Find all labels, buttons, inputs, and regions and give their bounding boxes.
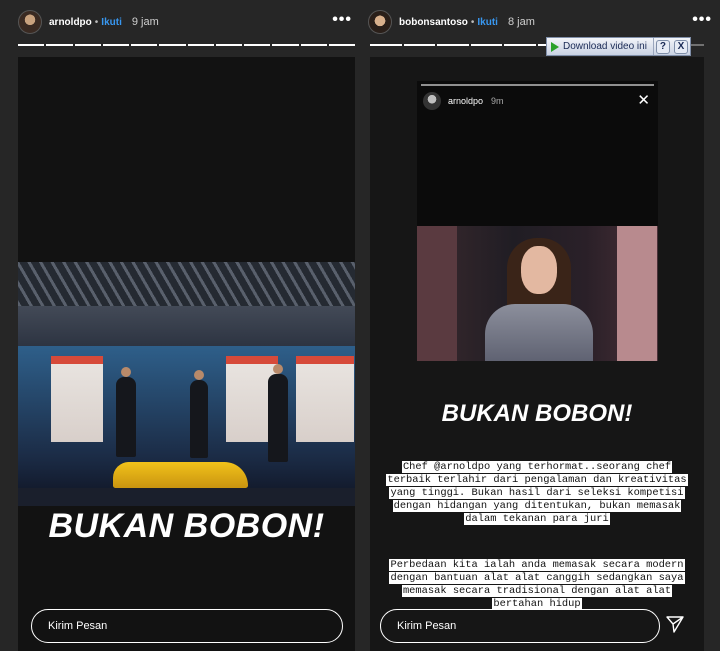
- download-video-button[interactable]: Download video ini: [547, 38, 654, 55]
- separator: •: [94, 16, 99, 28]
- play-icon: [551, 41, 559, 52]
- progress-segment: [187, 44, 214, 46]
- story-headline: BUKAN BOBON!: [48, 507, 325, 545]
- progress-segment: [131, 44, 158, 46]
- progress-segment: [46, 44, 73, 46]
- reposted-story-header: arnoldpo 9m ✕: [423, 91, 652, 111]
- story-photo: [18, 262, 355, 506]
- more-icon[interactable]: •••: [692, 12, 712, 28]
- progress-segment: [244, 44, 271, 46]
- progress-segment: [470, 44, 503, 46]
- close-button[interactable]: X: [673, 39, 688, 54]
- story-content[interactable]: BUKAN BOBON!: [18, 57, 355, 651]
- story-panel-bobonsantoso: bobonsantoso • Ikuti 8 jam ••• arnoldpo …: [362, 0, 720, 651]
- download-label: Download video ini: [563, 41, 647, 52]
- reposted-photo: [417, 226, 658, 361]
- story-content[interactable]: arnoldpo 9m ✕ BUKAN BOBON! Chef @arnoldp…: [370, 57, 704, 651]
- download-video-bar: Download video ini ? X: [546, 37, 691, 56]
- progress-segment: [300, 44, 327, 46]
- ceiling-pattern: [18, 262, 355, 306]
- screen: arnoldpo • Ikuti 9 jam ••• BUKAN BOBON!: [0, 0, 720, 651]
- progress-segment: [74, 44, 101, 46]
- progress-segment: [504, 44, 536, 46]
- story-time: 9 jam: [131, 16, 159, 28]
- person: [116, 367, 136, 457]
- help-button[interactable]: ?: [655, 39, 670, 54]
- progress-segment: [272, 44, 299, 46]
- person: [190, 370, 208, 458]
- story-panel-arnoldpo: arnoldpo • Ikuti 9 jam ••• BUKAN BOBON!: [0, 0, 360, 651]
- avatar: [423, 92, 441, 110]
- progress-segment: [403, 44, 436, 46]
- progress-segment: [215, 44, 242, 46]
- progress-segment: [102, 44, 129, 46]
- close-icon: ✕: [637, 92, 650, 109]
- progress-segment: [370, 44, 402, 46]
- progress-segment: [437, 44, 469, 46]
- reply-input[interactable]: Kirim Pesan: [380, 609, 660, 643]
- avatar[interactable]: [18, 10, 42, 34]
- poster: [51, 356, 103, 442]
- avatar[interactable]: [368, 10, 392, 34]
- progress-segment: [328, 44, 355, 46]
- separator: •: [470, 16, 475, 28]
- story-progress-bar: [18, 44, 355, 46]
- username[interactable]: bobonsantoso: [399, 17, 468, 28]
- story-time: 8 jam: [507, 16, 535, 28]
- story-headline: BUKAN BOBON!: [441, 400, 633, 427]
- progress-segment: [159, 44, 186, 46]
- story-header: arnoldpo • Ikuti 9 jam •••: [18, 8, 352, 36]
- yellow-car: [113, 462, 248, 488]
- person: [268, 364, 288, 462]
- more-icon[interactable]: •••: [332, 12, 352, 28]
- reposted-story: arnoldpo 9m ✕: [417, 81, 658, 361]
- caption-text: Perbedaan kita ialah anda memasak secara…: [389, 559, 685, 610]
- reposted-username: arnoldpo: [448, 96, 484, 106]
- reply-input[interactable]: Kirim Pesan: [31, 609, 343, 643]
- follow-button[interactable]: Ikuti: [101, 17, 122, 28]
- username[interactable]: arnoldpo: [49, 17, 92, 28]
- send-icon[interactable]: [665, 614, 685, 634]
- caption-text: Chef @arnoldpo yang terhormat..seorang c…: [386, 461, 688, 525]
- progress-segment: [18, 44, 45, 46]
- poster: [296, 356, 354, 442]
- reposted-time: 9m: [491, 96, 504, 106]
- follow-button[interactable]: Ikuti: [477, 17, 498, 28]
- story-header: bobonsantoso • Ikuti 8 jam •••: [368, 8, 712, 36]
